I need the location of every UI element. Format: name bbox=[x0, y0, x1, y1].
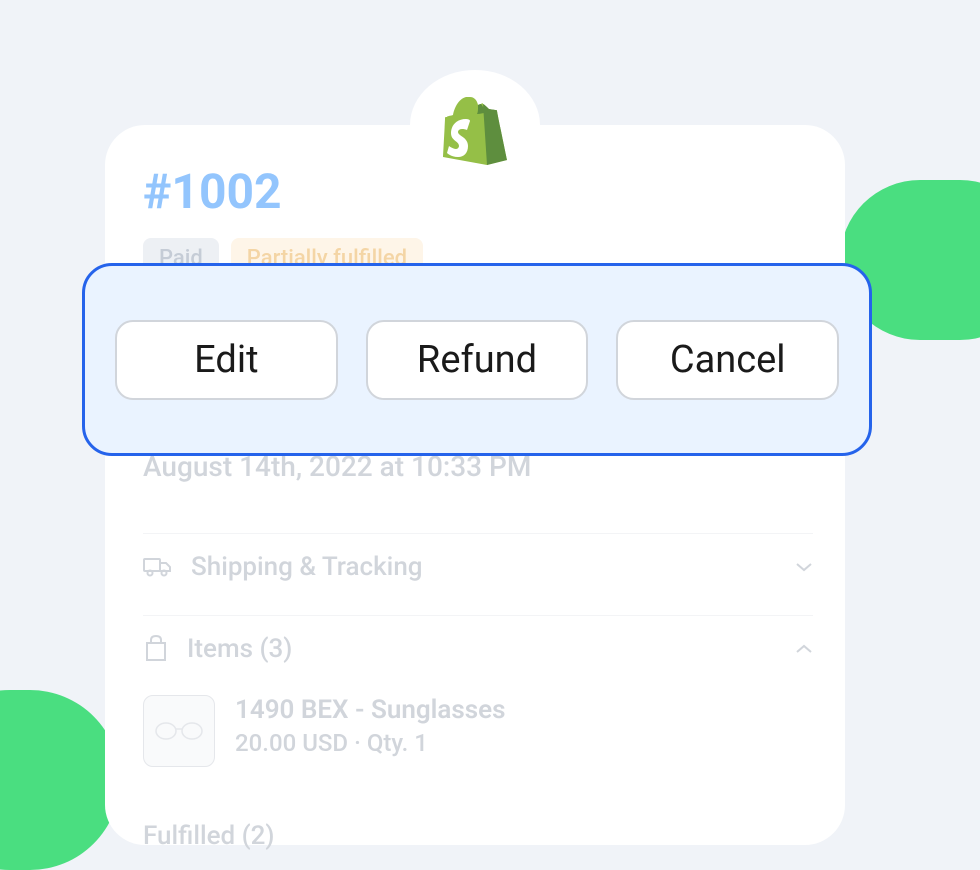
item-price-qty: 20.00 USD · Qty. 1 bbox=[235, 729, 505, 757]
product-thumbnail bbox=[143, 695, 215, 767]
logo-container bbox=[410, 70, 540, 180]
chevron-down-icon bbox=[795, 562, 813, 572]
action-panel: Edit Refund Cancel bbox=[82, 263, 872, 456]
fulfilled-label: Fulfilled (2) bbox=[143, 821, 275, 851]
shipping-label: Shipping & Tracking bbox=[191, 552, 777, 582]
items-label: Items (3) bbox=[187, 634, 777, 664]
refund-button[interactable]: Refund bbox=[366, 320, 589, 400]
sunglasses-icon bbox=[154, 720, 204, 742]
shopify-icon bbox=[443, 97, 507, 169]
item-name: 1490 BEX - Sunglasses bbox=[235, 695, 505, 725]
item-info: 1490 BEX - Sunglasses 20.00 USD · Qty. 1 bbox=[235, 695, 505, 757]
decorative-blob-left bbox=[0, 690, 120, 870]
items-section[interactable]: Items (3) bbox=[143, 615, 813, 682]
bag-icon bbox=[143, 635, 169, 663]
chevron-up-icon bbox=[795, 644, 813, 654]
order-card: #1002 Paid Partially fulfilled August 14… bbox=[105, 125, 845, 845]
shipping-tracking-section[interactable]: Shipping & Tracking bbox=[143, 533, 813, 600]
line-item-row[interactable]: 1490 BEX - Sunglasses 20.00 USD · Qty. 1 bbox=[143, 695, 505, 767]
edit-button[interactable]: Edit bbox=[115, 320, 338, 400]
truck-icon bbox=[143, 555, 173, 579]
cancel-button[interactable]: Cancel bbox=[616, 320, 839, 400]
